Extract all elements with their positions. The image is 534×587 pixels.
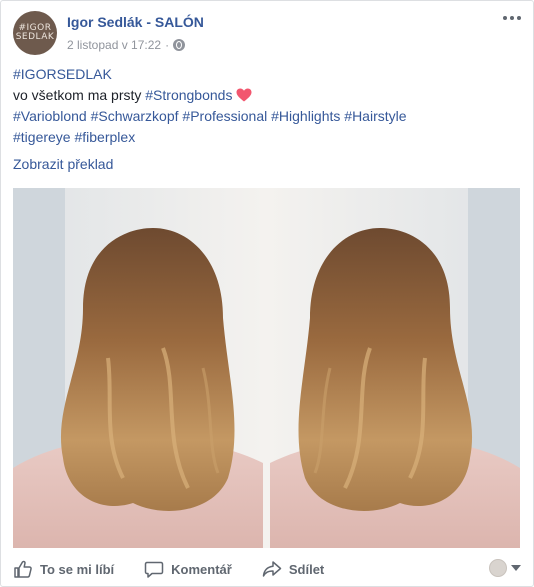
like-label: To se mi líbí bbox=[40, 561, 115, 577]
see-translation-link[interactable]: Zobrazit překlad bbox=[13, 156, 113, 172]
hashtag-tigereye[interactable]: #tigereye bbox=[13, 129, 71, 145]
hashtag-highlights[interactable]: #Highlights bbox=[271, 108, 340, 124]
post-card: #IGOR SEDLAK Igor Sedlák - SALÓN 2 listo… bbox=[0, 0, 534, 587]
hashtag-fiberplex[interactable]: #fiberplex bbox=[74, 129, 135, 145]
post-header: #IGOR SEDLAK Igor Sedlák - SALÓN 2 listo… bbox=[13, 9, 521, 59]
globe-icon[interactable] bbox=[173, 39, 186, 51]
hair-photo-illustration bbox=[13, 188, 520, 548]
comment-label: Komentář bbox=[171, 561, 232, 577]
post-line-1: #IGORSEDLAK bbox=[13, 64, 521, 85]
comment-button[interactable]: Komentář bbox=[144, 559, 232, 579]
separator-dot: · bbox=[165, 38, 170, 52]
heart-emoji-icon bbox=[236, 88, 252, 102]
share-arrow-icon bbox=[262, 561, 282, 577]
share-button[interactable]: Sdílet bbox=[262, 559, 324, 579]
page-avatar[interactable]: #IGOR SEDLAK bbox=[13, 11, 57, 55]
hashtag-strongbonds[interactable]: #Strongbonds bbox=[145, 87, 232, 103]
post-text: #IGORSEDLAK vo všetkom ma prsty #Strongb… bbox=[13, 64, 521, 148]
post-timestamp[interactable]: 2 listopad v 17:22 bbox=[67, 38, 161, 52]
more-options-icon[interactable] bbox=[503, 11, 521, 25]
post-line-4: #tigereye #fiberplex bbox=[13, 127, 521, 148]
like-button[interactable]: To se mi líbí bbox=[13, 559, 114, 579]
comment-bubble-icon bbox=[144, 561, 164, 578]
post-actions-bar: To se mi líbí Komentář Sdílet bbox=[13, 554, 521, 584]
post-meta: 2 listopad v 17:22 · bbox=[67, 38, 186, 52]
page-name-link[interactable]: Igor Sedlák - SALÓN bbox=[67, 14, 204, 30]
hashtag-schwarzkopf[interactable]: #Schwarzkopf bbox=[91, 108, 179, 124]
avatar bbox=[489, 559, 507, 577]
hashtag-varioblond[interactable]: #Varioblond bbox=[13, 108, 87, 124]
avatar-text-bottom: SEDLAK bbox=[15, 32, 55, 42]
hashtag-hairstyle[interactable]: #Hairstyle bbox=[344, 108, 406, 124]
post-as-selector[interactable] bbox=[489, 559, 521, 577]
share-label: Sdílet bbox=[288, 561, 325, 577]
hashtag-professional[interactable]: #Professional bbox=[182, 108, 267, 124]
thumbs-up-icon bbox=[14, 560, 32, 578]
post-line-2-text: vo všetkom ma prsty bbox=[13, 87, 146, 103]
chevron-down-icon bbox=[511, 565, 521, 571]
post-line-2: vo všetkom ma prsty #Strongbonds bbox=[13, 85, 521, 106]
hashtag-igorsedlak[interactable]: #IGORSEDLAK bbox=[13, 66, 112, 82]
post-photo[interactable] bbox=[13, 188, 520, 548]
post-line-3: #Varioblond #Schwarzkopf #Professional #… bbox=[13, 106, 521, 127]
